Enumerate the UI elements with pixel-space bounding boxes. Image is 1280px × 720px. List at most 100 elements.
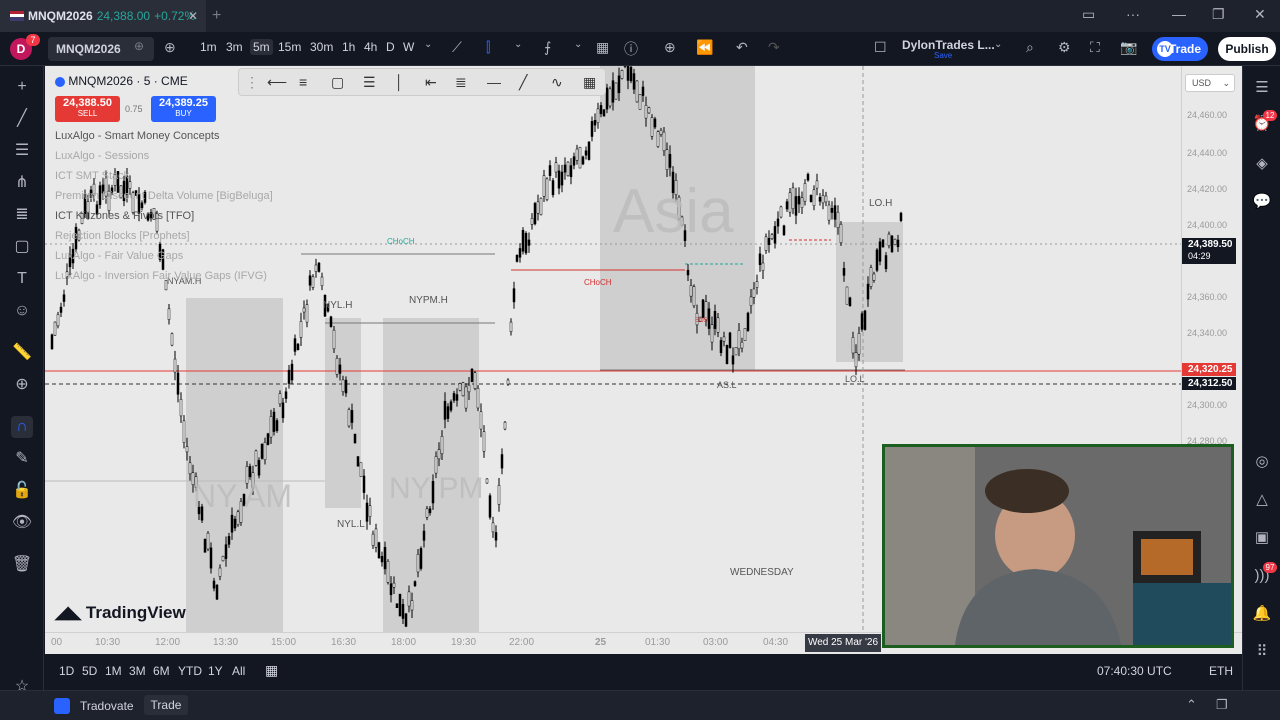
- indicator-legend-6[interactable]: LuxAlgo - Fair Value Gaps: [55, 250, 183, 262]
- shapes-icon[interactable]: ▢: [11, 236, 33, 258]
- arrow-icon[interactable]: ⇤: [425, 74, 437, 91]
- trendline-icon[interactable]: ╱: [519, 74, 527, 91]
- text-icon[interactable]: T: [11, 268, 33, 290]
- trash-icon[interactable]: 🗑: [11, 554, 33, 576]
- maximize-panel-icon[interactable]: ❐: [1216, 697, 1228, 713]
- layout-checkbox-icon[interactable]: ☐: [874, 39, 887, 56]
- trade-tab[interactable]: Trade: [144, 695, 188, 715]
- interval-30m[interactable]: 30m: [310, 40, 333, 54]
- lock-icon[interactable]: 🔓: [11, 480, 33, 502]
- zoom-icon[interactable]: ⊕: [11, 374, 33, 396]
- path-icon[interactable]: ∿: [551, 74, 563, 91]
- interval-4h[interactable]: 4h: [364, 40, 377, 54]
- indicator-legend-0[interactable]: LuxAlgo - Smart Money Concepts: [55, 130, 219, 142]
- close-tab-icon[interactable]: ✕: [188, 9, 198, 23]
- chevron-up-icon[interactable]: ⌃: [1186, 697, 1197, 713]
- settings-icon[interactable]: ⚙: [1058, 39, 1071, 56]
- horizontal-lines-icon[interactable]: ☰: [11, 140, 33, 162]
- redo-icon[interactable]: ↷: [768, 39, 780, 56]
- line-chart-icon[interactable]: ⟋: [452, 39, 462, 56]
- range-ytd[interactable]: YTD: [178, 664, 202, 678]
- range-1y[interactable]: 1Y: [208, 664, 223, 678]
- interval-5m[interactable]: 5m: [250, 39, 273, 55]
- indicator-legend-2[interactable]: ICT SMT Stack: [55, 170, 129, 182]
- crosshair-icon[interactable]: +: [11, 76, 33, 98]
- chevron-down-icon[interactable]: ⌄: [994, 39, 1002, 50]
- range-3m[interactable]: 3M: [129, 664, 146, 678]
- layout-icon[interactable]: ▭: [1082, 6, 1095, 23]
- bell-icon[interactable]: 🔔: [1252, 604, 1272, 624]
- camera-icon[interactable]: 📷: [1120, 39, 1137, 56]
- drag-handle-icon[interactable]: ⋮: [245, 74, 259, 91]
- target-icon[interactable]: ◎: [1252, 452, 1272, 472]
- indicator-legend-3[interactable]: Premium Discount Delta Volume [BigBeluga…: [55, 190, 273, 202]
- alert-icon[interactable]: ⓘ: [624, 39, 638, 59]
- grid-icon[interactable]: ▦: [583, 74, 596, 91]
- search-icon[interactable]: ⌕: [1026, 39, 1034, 56]
- goto-date-icon[interactable]: ▦: [265, 662, 278, 679]
- currency-select[interactable]: USD ⌄: [1185, 74, 1235, 92]
- emoji-icon[interactable]: ☺: [11, 300, 33, 322]
- range-1m[interactable]: 1M: [105, 664, 122, 678]
- interval-1h[interactable]: 1h: [342, 40, 355, 54]
- interval-w[interactable]: W: [403, 40, 414, 54]
- fib-icon[interactable]: ≣: [11, 204, 33, 226]
- layers-icon[interactable]: ◈: [1252, 154, 1272, 174]
- interval-3m[interactable]: 3m: [226, 40, 243, 54]
- undo-icon[interactable]: ↶: [736, 39, 748, 56]
- range-1d[interactable]: 1D: [59, 664, 74, 678]
- broker-name[interactable]: Tradovate: [80, 699, 134, 713]
- calendar-icon[interactable]: ▣: [1252, 528, 1272, 548]
- close-window-icon[interactable]: ✕: [1254, 6, 1266, 23]
- alert-add-icon[interactable]: ⊕: [664, 39, 676, 56]
- trend-line-icon[interactable]: ╱: [11, 108, 33, 130]
- indicator-legend-4[interactable]: ICT Killzones & Pivots [TFO]: [55, 210, 194, 222]
- brush-lock-icon[interactable]: ✎: [11, 448, 33, 470]
- sell-button[interactable]: 24,388.50 SELL: [55, 96, 120, 122]
- templates-icon[interactable]: ▦: [596, 39, 609, 56]
- publish-button[interactable]: Publish: [1218, 37, 1276, 61]
- layout-save-label[interactable]: Save: [934, 51, 952, 60]
- range-5d[interactable]: 5D: [82, 664, 97, 678]
- fullscreen-icon[interactable]: ⛶: [1090, 39, 1100, 56]
- range-6m[interactable]: 6M: [153, 664, 170, 678]
- fib-retrace-icon[interactable]: ☰: [363, 74, 376, 91]
- chevron-down-icon[interactable]: ⌄: [574, 39, 582, 50]
- parallel-channel-icon[interactable]: ≡: [299, 74, 307, 90]
- compare-icon[interactable]: ⊕: [164, 39, 176, 56]
- chevron-down-icon[interactable]: ⌄: [424, 39, 432, 50]
- hline-icon[interactable]: ≣: [455, 74, 467, 91]
- candles-icon[interactable]: ⫿: [486, 39, 490, 56]
- indicators-icon[interactable]: ⨍: [544, 39, 551, 56]
- watchlist-icon[interactable]: ☰: [1252, 78, 1272, 98]
- apps-icon[interactable]: ⠿: [1252, 642, 1272, 662]
- eye-icon[interactable]: 👁: [11, 512, 33, 534]
- indicator-legend-5[interactable]: Rejection Blocks [Prophets]: [55, 230, 190, 242]
- ideas-icon[interactable]: △: [1252, 490, 1272, 510]
- layout-name[interactable]: DylonTrades L...: [902, 38, 995, 52]
- chevron-down-icon[interactable]: ⌄: [514, 39, 522, 50]
- clock[interactable]: 07:40:30 UTC: [1097, 664, 1172, 678]
- interval-d[interactable]: D: [386, 40, 395, 54]
- minimize-icon[interactable]: —: [1172, 6, 1186, 22]
- rectangle-icon[interactable]: ▢: [331, 74, 344, 91]
- hline-dash-icon[interactable]: —: [487, 74, 501, 90]
- trade-button[interactable]: TV Trade: [1152, 37, 1208, 61]
- session-toggle[interactable]: ETH: [1209, 664, 1233, 678]
- watchlist-add-icon[interactable]: ⊕: [134, 39, 144, 53]
- magnet-icon[interactable]: ∩: [11, 416, 33, 438]
- new-tab-icon[interactable]: +: [212, 7, 221, 25]
- buy-button[interactable]: 24,389.25 BUY: [151, 96, 216, 122]
- interval-1m[interactable]: 1m: [200, 40, 217, 54]
- ruler-icon[interactable]: 📏: [11, 342, 33, 364]
- interval-15m[interactable]: 15m: [278, 40, 301, 54]
- range-all[interactable]: All: [232, 664, 245, 678]
- chat-icon[interactable]: 💬: [1252, 192, 1272, 212]
- vertical-line-icon[interactable]: │: [395, 74, 404, 90]
- replay-icon[interactable]: ⏪: [696, 39, 713, 56]
- pitchfork-icon[interactable]: ⋔: [11, 172, 33, 194]
- ray-icon[interactable]: ⟵: [267, 74, 287, 91]
- more-icon[interactable]: ···: [1126, 6, 1140, 22]
- maximize-icon[interactable]: ❐: [1212, 6, 1225, 23]
- indicator-legend-7[interactable]: LuxAlgo - Inversion Fair Value Gaps (IFV…: [55, 270, 267, 282]
